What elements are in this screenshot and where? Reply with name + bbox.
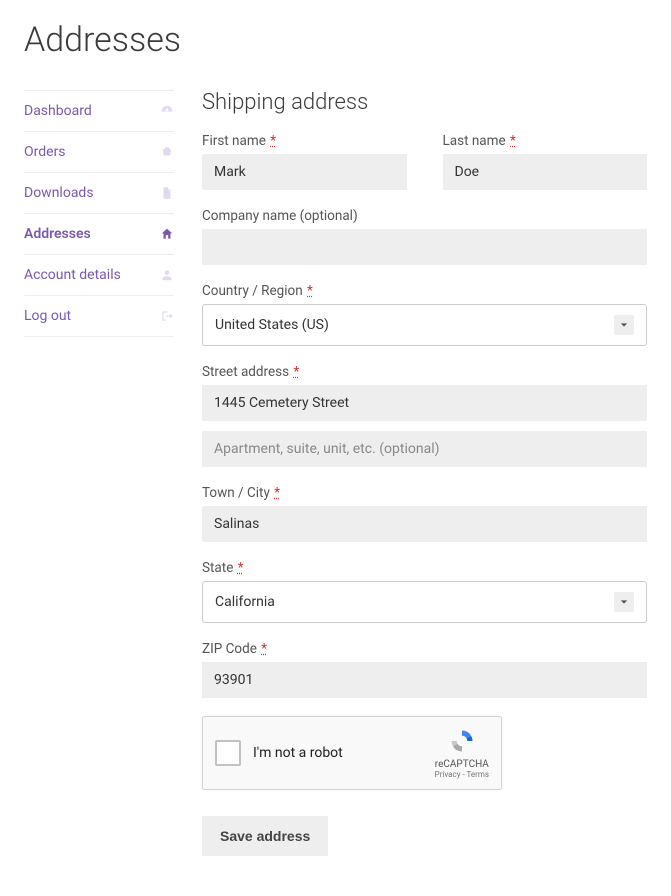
- page-title: Addresses: [24, 20, 647, 60]
- recaptcha-checkbox[interactable]: [215, 740, 241, 766]
- country-select[interactable]: United States (US): [202, 304, 647, 346]
- account-sidebar: Dashboard Orders Downloads Addresses: [24, 90, 174, 856]
- sidebar-item-label: Downloads: [24, 185, 94, 201]
- sidebar-item-label: Addresses: [24, 226, 91, 242]
- state-select[interactable]: California: [202, 581, 647, 623]
- first-name-label: First name *: [202, 133, 407, 149]
- sidebar-item-dashboard[interactable]: Dashboard: [24, 90, 174, 132]
- company-label: Company name (optional): [202, 208, 647, 224]
- user-icon: [160, 268, 174, 282]
- first-name-input[interactable]: [202, 154, 407, 190]
- gauge-icon: [160, 104, 174, 118]
- country-value: United States (US): [215, 317, 329, 333]
- last-name-input[interactable]: [443, 154, 648, 190]
- sidebar-item-label: Orders: [24, 144, 66, 160]
- file-icon: [160, 186, 174, 200]
- recaptcha-brand: reCAPTCHA Privacy - Terms: [435, 727, 489, 779]
- sidebar-item-addresses[interactable]: Addresses: [24, 214, 174, 255]
- recaptcha-icon: [435, 727, 489, 757]
- zip-input[interactable]: [202, 662, 647, 698]
- save-address-button[interactable]: Save address: [202, 816, 328, 856]
- caret-down-icon: [614, 315, 634, 335]
- caret-down-icon: [614, 592, 634, 612]
- country-label: Country / Region *: [202, 283, 647, 299]
- street2-input[interactable]: [202, 431, 647, 467]
- sidebar-item-orders[interactable]: Orders: [24, 132, 174, 173]
- section-title: Shipping address: [202, 90, 647, 115]
- street1-input[interactable]: [202, 385, 647, 421]
- sidebar-item-label: Dashboard: [24, 103, 92, 119]
- company-input[interactable]: [202, 229, 647, 265]
- street-label: Street address *: [202, 364, 647, 380]
- sidebar-item-logout[interactable]: Log out: [24, 296, 174, 337]
- shipping-address-form: Shipping address First name * Last name …: [174, 90, 647, 856]
- signout-icon: [160, 309, 174, 323]
- last-name-label: Last name *: [443, 133, 648, 149]
- recaptcha-widget: I'm not a robot reCAPTCHA Privacy - Term…: [202, 716, 502, 790]
- sidebar-item-downloads[interactable]: Downloads: [24, 173, 174, 214]
- sidebar-item-account-details[interactable]: Account details: [24, 255, 174, 296]
- city-input[interactable]: [202, 506, 647, 542]
- recaptcha-label: I'm not a robot: [253, 745, 435, 761]
- state-label: State *: [202, 560, 647, 576]
- sidebar-item-label: Account details: [24, 267, 121, 283]
- zip-label: ZIP Code *: [202, 641, 647, 657]
- state-value: California: [215, 594, 275, 610]
- home-icon: [160, 227, 174, 241]
- basket-icon: [160, 145, 174, 159]
- sidebar-item-label: Log out: [24, 308, 71, 324]
- city-label: Town / City *: [202, 485, 647, 501]
